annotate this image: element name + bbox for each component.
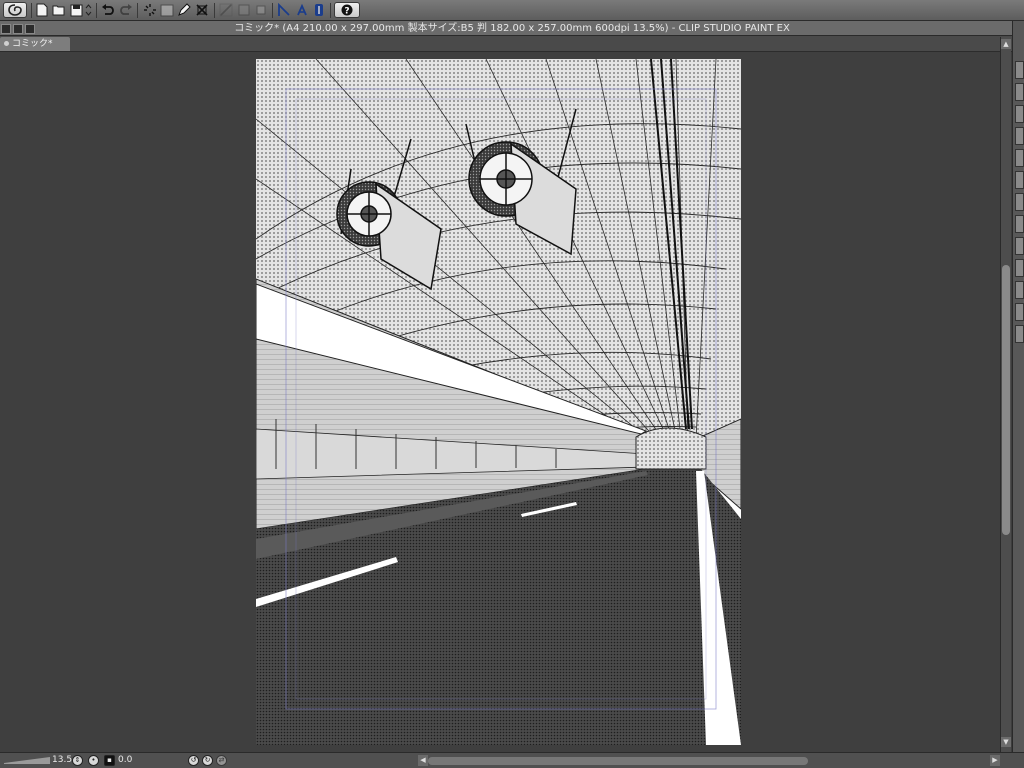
fit-page-icon[interactable]: ▪ <box>104 755 115 766</box>
panel-button[interactable] <box>1015 281 1024 299</box>
help-icon[interactable]: ? <box>334 2 360 18</box>
rotate-left-icon[interactable]: ↺ <box>188 755 199 766</box>
fit-icon[interactable] <box>159 2 175 18</box>
undo-icon[interactable] <box>100 2 116 18</box>
scroll-left-icon[interactable]: ◀ <box>418 755 428 766</box>
snap-grid-icon[interactable] <box>236 2 252 18</box>
rotation-value[interactable]: 0.0 <box>118 753 132 768</box>
main-toolbar: ? <box>0 0 1024 21</box>
panel-button[interactable] <box>1015 61 1024 79</box>
transform-icon[interactable] <box>142 2 158 18</box>
new-file-icon[interactable] <box>34 2 50 18</box>
document-tab-bar <box>0 36 1024 52</box>
zoom-slider[interactable] <box>4 757 50 764</box>
panel-button[interactable] <box>1015 83 1024 101</box>
tab-status-dot <box>4 41 9 46</box>
snap-line-icon[interactable] <box>218 2 234 18</box>
maximize-icon[interactable] <box>25 24 35 34</box>
window-title: コミック* (A4 210.00 x 297.00mm 製本サイズ:B5 判 1… <box>0 21 1024 36</box>
snap-guide-icon[interactable] <box>294 2 310 18</box>
panel-button[interactable] <box>1015 171 1024 189</box>
tab-label: コミック* <box>12 39 53 49</box>
panel-button[interactable] <box>1015 215 1024 233</box>
app-menu-icon[interactable] <box>3 2 27 18</box>
panel-button[interactable] <box>1015 105 1024 123</box>
scroll-up-icon[interactable]: ▲ <box>1001 39 1011 49</box>
right-panel-strip <box>1012 21 1024 752</box>
panel-button[interactable] <box>1015 237 1024 255</box>
pen-icon[interactable] <box>176 2 192 18</box>
rotate-right-icon[interactable]: ↻ <box>202 755 213 766</box>
panel-button[interactable] <box>1015 259 1024 277</box>
panel-button[interactable] <box>1015 127 1024 145</box>
scroll-right-icon[interactable]: ▶ <box>990 755 1000 766</box>
vertical-scroll-thumb[interactable] <box>1002 265 1010 535</box>
vertical-scrollbar[interactable]: ▲ ▼ <box>1000 37 1011 753</box>
zoom-value[interactable]: 13.5 <box>52 753 72 768</box>
canvas-workspace[interactable] <box>0 52 1000 752</box>
clear-icon[interactable] <box>194 2 210 18</box>
panel-button[interactable] <box>1015 325 1024 343</box>
zoom-reset-icon[interactable]: • <box>88 755 99 766</box>
horizontal-scroll-thumb[interactable] <box>428 757 808 765</box>
panel-button[interactable] <box>1015 303 1024 321</box>
flip-icon[interactable]: ⇄ <box>216 755 227 766</box>
snap-perspective-icon[interactable] <box>311 2 327 18</box>
snap-ruler-icon[interactable] <box>276 2 292 18</box>
save-dropdown-icon[interactable] <box>83 2 93 18</box>
snap-special-icon[interactable] <box>253 2 269 18</box>
minimize-icon[interactable] <box>13 24 23 34</box>
save-icon[interactable] <box>68 2 84 18</box>
tunnel-illustration <box>256 59 741 745</box>
manga-page-canvas[interactable] <box>256 59 741 745</box>
close-icon[interactable] <box>1 24 11 34</box>
scroll-down-icon[interactable]: ▼ <box>1001 737 1011 747</box>
panel-button[interactable] <box>1015 193 1024 211</box>
svg-text:?: ? <box>344 7 349 17</box>
panel-button[interactable] <box>1015 149 1024 167</box>
redo-icon[interactable] <box>118 2 134 18</box>
tab-comic[interactable]: コミック* <box>0 37 70 51</box>
zoom-stepper-icon[interactable]: ⇕ <box>72 755 83 766</box>
open-file-icon[interactable] <box>51 2 67 18</box>
status-bar: 13.5 ⇕ • ▪ 0.0 ↺ ↻ ⇄ ◀ ▶ <box>0 752 1024 768</box>
window-controls <box>0 22 40 36</box>
